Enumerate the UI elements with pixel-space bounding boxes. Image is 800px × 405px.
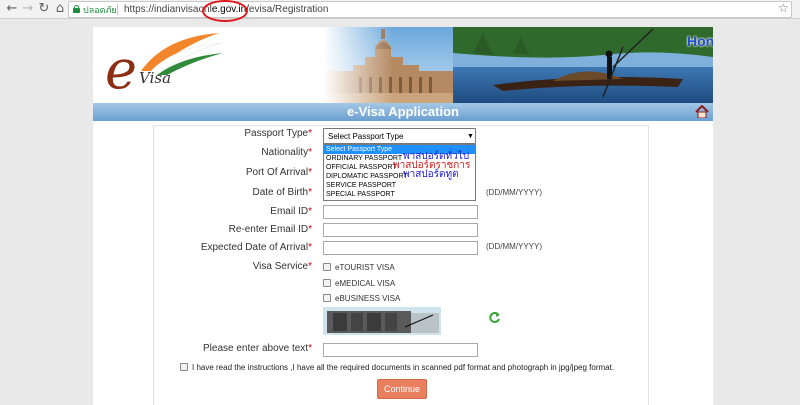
domain-highlight-circle xyxy=(202,0,248,22)
email-label: Email ID* xyxy=(270,206,312,217)
page-title: e-Visa Application xyxy=(347,104,459,119)
ebusiness-visa-checkbox[interactable] xyxy=(323,294,331,302)
date-of-birth-label: Date of Birth* xyxy=(252,187,313,198)
watermark-text: Honeynut xyxy=(687,33,713,49)
secure-label: ปลอดภัย xyxy=(83,5,117,15)
bookmark-star-icon[interactable]: ☆ xyxy=(778,1,789,15)
address-bar[interactable]: ปลอดภัย https://indianvisaonle.gov.in/ev… xyxy=(68,1,792,18)
refresh-captcha-icon[interactable] xyxy=(488,311,501,324)
emedical-visa-label: eMEDICAL VISA xyxy=(335,279,396,288)
url-prefix: https://indianvisaonl xyxy=(124,4,212,15)
thai-annotation-diplomatic: พาสปอร์ตทูต xyxy=(403,169,459,180)
captcha-input[interactable] xyxy=(323,343,478,357)
emedical-visa-checkbox[interactable] xyxy=(323,279,331,287)
captcha-label: Please enter above text* xyxy=(203,343,312,354)
home-icon[interactable]: ⌂ xyxy=(52,1,68,17)
option-special-passport[interactable]: SPECIAL PASSPORT xyxy=(324,190,475,199)
ebusiness-visa-label: eBUSINESS VISA xyxy=(335,294,401,303)
email-field[interactable] xyxy=(323,205,478,219)
agreement-text: I have read the instructions ,I have all… xyxy=(192,363,615,372)
url-separator xyxy=(117,4,118,15)
dropdown-arrow-icon: ▼ xyxy=(467,133,474,140)
captcha-image xyxy=(323,307,441,335)
nationality-label: Nationality* xyxy=(261,147,312,158)
url-path: visa/Registration xyxy=(254,4,329,15)
passport-type-select[interactable]: Select Passport Type ▼ xyxy=(323,128,476,144)
visa-service-label: Visa Service* xyxy=(252,261,312,272)
continue-button[interactable]: Continue xyxy=(377,379,427,399)
arrival-date-field[interactable] xyxy=(323,241,478,255)
banner-photo xyxy=(323,27,713,103)
passport-type-selected-value: Select Passport Type xyxy=(328,132,404,141)
lock-icon xyxy=(73,5,80,13)
logo-e-letter: e xyxy=(105,38,137,101)
etourist-visa-label: eTOURIST VISA xyxy=(335,263,395,272)
arrival-date-label: Expected Date of Arrival* xyxy=(200,242,312,253)
back-icon[interactable]: ← xyxy=(4,1,20,17)
home-icon[interactable] xyxy=(695,105,709,118)
reenter-email-field[interactable] xyxy=(323,223,478,237)
option-service-passport[interactable]: SERVICE PASSPORT xyxy=(324,181,475,190)
port-of-arrival-label: Port Of Arrival* xyxy=(245,167,312,178)
logo-visa-text: Visa xyxy=(139,69,172,87)
forward-icon[interactable]: → xyxy=(20,1,36,17)
arrival-date-format-hint: (DD/MM/YYYY) xyxy=(486,242,542,251)
agreement-checkbox[interactable] xyxy=(180,363,188,371)
reload-icon[interactable]: ↻ xyxy=(36,1,52,17)
passport-type-label: Passport Type* xyxy=(244,128,312,139)
etourist-visa-checkbox[interactable] xyxy=(323,263,331,271)
reenter-email-label: Re-enter Email ID* xyxy=(228,224,312,235)
header-banner: e Visa Honeynut xyxy=(93,27,713,103)
dob-format-hint: (DD/MM/YYYY) xyxy=(486,188,542,197)
form-title-bar: e-Visa Application xyxy=(93,103,713,121)
browser-toolbar: ← → ↻ ⌂ ปลอดภัย https://indianvisaonle.g… xyxy=(0,0,800,19)
